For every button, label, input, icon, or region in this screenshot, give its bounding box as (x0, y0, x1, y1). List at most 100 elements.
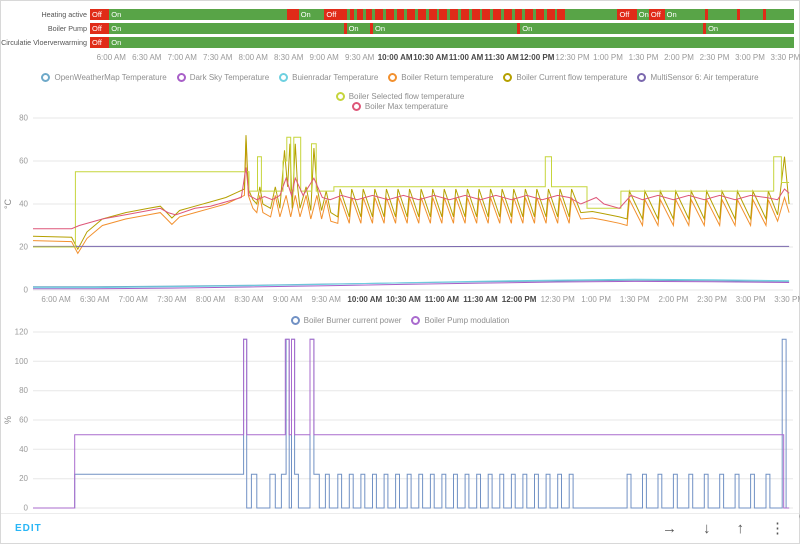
timeline-row: Boiler Pump Off On On On On On (1, 23, 794, 34)
legend-dot-icon (335, 92, 345, 101)
timeline-segment-on: On (109, 9, 287, 20)
timeline-segment-off: Off (617, 9, 637, 20)
temperature-chart[interactable]: 0 20 40 60 80 6:00 AM 6:30 AM 7:00 AM 7:30 AM 8:0… (1, 112, 800, 308)
x-tick-label: 9:00 AM (273, 295, 303, 304)
legend-label: Boiler Selected flow temperature (348, 92, 465, 101)
legend-dot-icon (279, 73, 289, 82)
timeline-row-label: Heating active (41, 10, 87, 19)
series-boiler-current-flow-temperature (32, 135, 790, 251)
series-boiler-burner-current-power (33, 338, 790, 509)
timeline-segment-off (493, 9, 501, 20)
x-tick-label: 1:30 PM (628, 53, 659, 62)
legend-item[interactable]: Dark Sky Temperature (176, 73, 270, 82)
x-tick-label: 9:00 AM (309, 53, 339, 62)
y-tick-label: 60 (19, 157, 28, 166)
legend-item[interactable]: Boiler Selected flow temperature (335, 92, 465, 101)
legend-label: Boiler Current flow temperature (516, 73, 628, 82)
y-tick-label: 0 (24, 504, 29, 513)
arrow-up-icon[interactable]: ↑ (737, 521, 745, 536)
edit-button[interactable]: EDIT (15, 523, 42, 534)
legend-item[interactable]: MultiSensor 6: Air temperature (637, 73, 759, 82)
y-tick-label: 80 (19, 114, 28, 123)
timeline-segment-off: Off (648, 9, 665, 20)
timeline-segment-off (418, 9, 426, 20)
y-tick-label: 60 (19, 416, 28, 425)
timeline-row: Heating active Off On On Off Off On Off On (1, 9, 794, 20)
timeline-segment-on: On (520, 23, 704, 34)
timeline-segment-off (514, 9, 523, 20)
arrow-down-icon[interactable]: ↓ (703, 521, 711, 536)
legend-label: Boiler Burner current power (303, 316, 402, 325)
x-tick-label: 10:00 AM (377, 53, 413, 62)
legend-item[interactable]: Boiler Max temperature (351, 102, 449, 111)
x-tick-label: 12:00 PM (502, 295, 537, 304)
power-chart[interactable]: 0204060801001206:00 AM6:30 AM7:00 AM7:30… (1, 326, 800, 526)
x-tick-label: 1:30 PM (620, 295, 650, 304)
timeline-segment-off (450, 9, 459, 20)
legend-item[interactable]: OpenWeatherMap Temperature (41, 73, 167, 82)
timeline-segment-off (557, 9, 566, 20)
timeline-segment-on: On (109, 37, 794, 48)
state-timeline-panel: Heating active Off On On Off Off On Off On Boiler… (1, 1, 800, 65)
legend-item[interactable]: Boiler Current flow temperature (503, 73, 627, 82)
x-tick-label: 7:00 AM (119, 295, 149, 304)
legend-label: OpenWeatherMap Temperature (54, 73, 167, 82)
legend-label: Buienradar Temperature (292, 73, 379, 82)
legend-row: Boiler Max temperature (1, 102, 799, 111)
legend-row: OpenWeatherMap Temperature Dark Sky Tempe… (1, 73, 799, 101)
arrow-right-icon[interactable]: → (662, 521, 677, 536)
x-tick-label: 3:30 PM (774, 295, 800, 304)
legend-dot-icon (351, 102, 361, 111)
legend-label: Boiler Pump modulation (424, 316, 510, 325)
x-tick-label: 11:00 AM (448, 53, 484, 62)
timeline-bar: Off On On Off Off On Off On (90, 9, 794, 20)
timeline-segment-off (503, 9, 512, 20)
x-tick-label: 3:00 PM (736, 295, 766, 304)
x-tick-label: 6:00 AM (41, 295, 71, 304)
timeline-segment-off (525, 9, 534, 20)
x-tick-label: 6:30 AM (132, 53, 162, 62)
timeline-segment-off (375, 9, 384, 20)
x-tick-label: 8:00 AM (196, 295, 226, 304)
legend-dot-icon (503, 73, 513, 82)
x-tick-label: 3:30 PM (770, 53, 800, 62)
legend-dot-icon (290, 316, 300, 325)
legend-dot-icon (388, 73, 398, 82)
power-chart-legend: Boiler Burner current power Boiler Pump m… (1, 316, 799, 325)
legend-dot-icon (411, 316, 421, 325)
legend-dot-icon (176, 73, 186, 82)
legend-item[interactable]: Boiler Return temperature (388, 73, 493, 82)
legend-label: Boiler Max temperature (364, 102, 449, 111)
x-tick-label: 7:00 AM (167, 53, 197, 62)
timeline-segment-off: Off (324, 9, 348, 20)
legend-row: Boiler Burner current power Boiler Pump m… (1, 316, 799, 325)
footer-icons: → ↓ ↑ ⋮ (662, 521, 785, 536)
legend-item[interactable]: Boiler Pump modulation (411, 316, 509, 325)
y-axis-unit: °C (3, 198, 13, 209)
kebab-menu-icon[interactable]: ⋮ (770, 521, 785, 536)
legend-label: Dark Sky Temperature (189, 73, 270, 82)
dashboard: Heating active Off On On Off Off On Off On Boiler… (1, 1, 800, 543)
x-tick-label: 6:30 AM (80, 295, 110, 304)
timeline-segment-off (471, 9, 480, 20)
x-tick-label: 12:30 PM (555, 53, 590, 62)
y-axis-unit: % (3, 416, 13, 424)
timeline-segment-on: On (373, 23, 518, 34)
legend-item[interactable]: Boiler Burner current power (290, 316, 402, 325)
timeline-segment-on: On (109, 23, 344, 34)
x-tick-label: 11:30 AM (463, 295, 498, 304)
timeline-time-axis: 6:00 AM 6:30 AM 7:00 AM 7:30 AM 8:00 AM 8:30 … (90, 51, 800, 65)
timeline-row-label: Boiler Pump (47, 24, 87, 33)
timeline-bar: Off On On On On On (90, 23, 794, 34)
y-tick-label: 80 (19, 386, 28, 395)
x-tick-label: 3:00 PM (735, 53, 765, 62)
timeline-segment-on: On (636, 9, 649, 20)
x-tick-label: 2:00 PM (664, 53, 694, 62)
timeline-segment-off (535, 9, 544, 20)
legend-item[interactable]: Buienradar Temperature (279, 73, 378, 82)
y-tick-label: 100 (15, 357, 29, 366)
timeline-segment-off (385, 9, 394, 20)
x-tick-label: 7:30 AM (203, 53, 233, 62)
timeline-segment-on: On (706, 23, 794, 34)
y-tick-label: 0 (24, 286, 29, 295)
